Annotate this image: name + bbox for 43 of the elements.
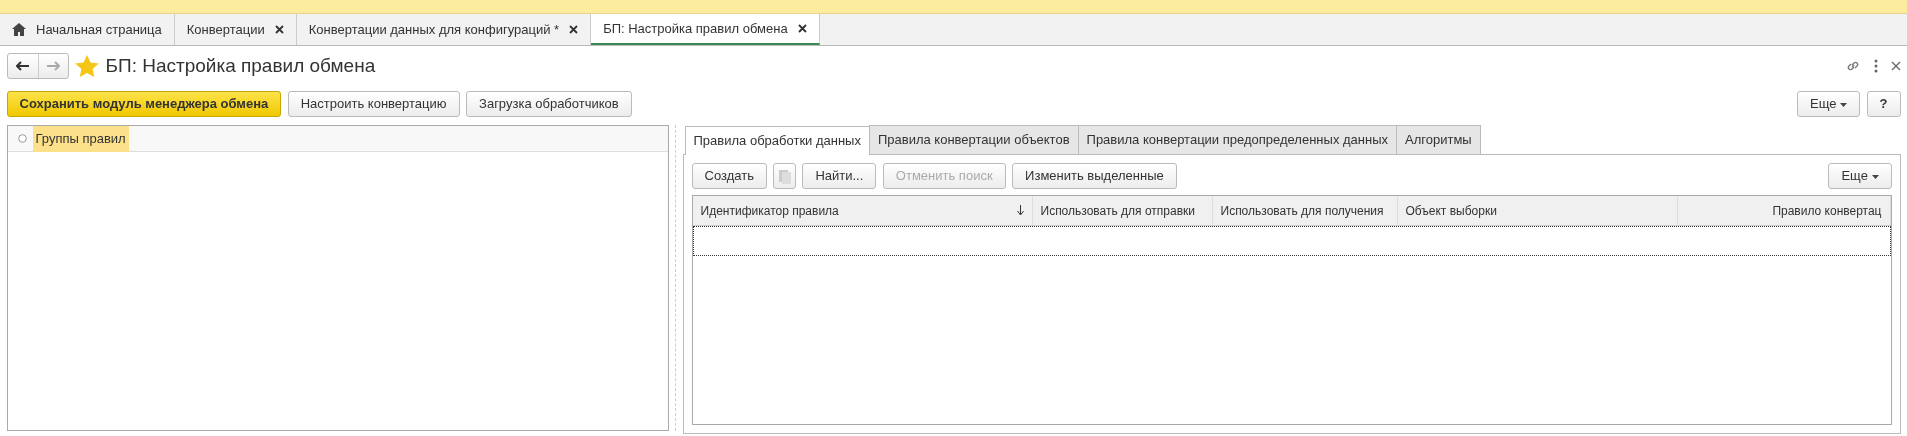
more-options-icon[interactable] bbox=[1873, 59, 1878, 73]
more-button[interactable]: Еще bbox=[1828, 162, 1892, 189]
close-icon[interactable] bbox=[569, 25, 579, 34]
empty-table-row[interactable] bbox=[692, 226, 1891, 257]
toolbar-button[interactable]: Создать bbox=[691, 162, 767, 189]
window-tab[interactable]: Конвертации bbox=[174, 14, 297, 45]
sort-arrow-icon bbox=[1016, 205, 1024, 217]
more-button[interactable]: Еще bbox=[1796, 91, 1861, 117]
left-arrow-icon bbox=[15, 61, 30, 71]
copy-icon bbox=[777, 168, 792, 185]
right-arrow-icon bbox=[46, 61, 60, 71]
tree-item[interactable]: Группы правил bbox=[32, 126, 129, 152]
toolbar-button[interactable]: Изменить выделенные bbox=[1012, 162, 1177, 189]
tab-label: Конвертации bbox=[186, 20, 265, 39]
column-header[interactable]: Объект выборки bbox=[1397, 196, 1678, 226]
column-header[interactable]: Использовать для отправки bbox=[1032, 196, 1213, 226]
tab-label: Начальная страница bbox=[36, 20, 162, 39]
toolbar-button: Отменить поиск bbox=[882, 162, 1006, 189]
form-title: БП: Настройка правил обмена bbox=[105, 53, 376, 78]
help-button[interactable]: ? bbox=[1866, 91, 1901, 117]
tab[interactable]: Правила конвертации объектов bbox=[868, 125, 1079, 154]
tab[interactable]: Правила конвертации предопределенных данных bbox=[1077, 125, 1398, 154]
tab-label: Конвертации данных для конфигураций * bbox=[308, 20, 560, 39]
toolbar-button[interactable]: Найти... bbox=[802, 162, 877, 189]
tab[interactable]: Алгоритмы bbox=[1396, 125, 1481, 154]
close-icon[interactable] bbox=[797, 24, 807, 33]
home-icon bbox=[12, 23, 26, 36]
window-tab[interactable]: Начальная страница bbox=[0, 14, 175, 45]
column-header[interactable]: Правило конвертац bbox=[1677, 196, 1891, 226]
caret-icon bbox=[1871, 174, 1879, 179]
form-button[interactable]: Настроить конвертацию bbox=[287, 91, 460, 117]
star-icon[interactable] bbox=[75, 54, 99, 78]
form-button[interactable]: Сохранить модуль менеджера обмена bbox=[6, 91, 282, 117]
form-button[interactable]: Загрузка обработчиков bbox=[466, 91, 632, 117]
close-icon[interactable] bbox=[274, 25, 284, 34]
tree-node-icon bbox=[17, 134, 27, 144]
column-header[interactable]: Идентификатор правила bbox=[692, 196, 1033, 226]
close-icon[interactable] bbox=[1890, 61, 1901, 71]
column-header[interactable]: Использовать для получения bbox=[1212, 196, 1398, 226]
caret-icon bbox=[1840, 102, 1848, 107]
tab[interactable]: Правила обработки данных bbox=[684, 126, 870, 155]
tab-label: БП: Настройка правил обмена bbox=[603, 19, 788, 38]
window-tab[interactable]: БП: Настройка правил обмена bbox=[591, 14, 820, 45]
